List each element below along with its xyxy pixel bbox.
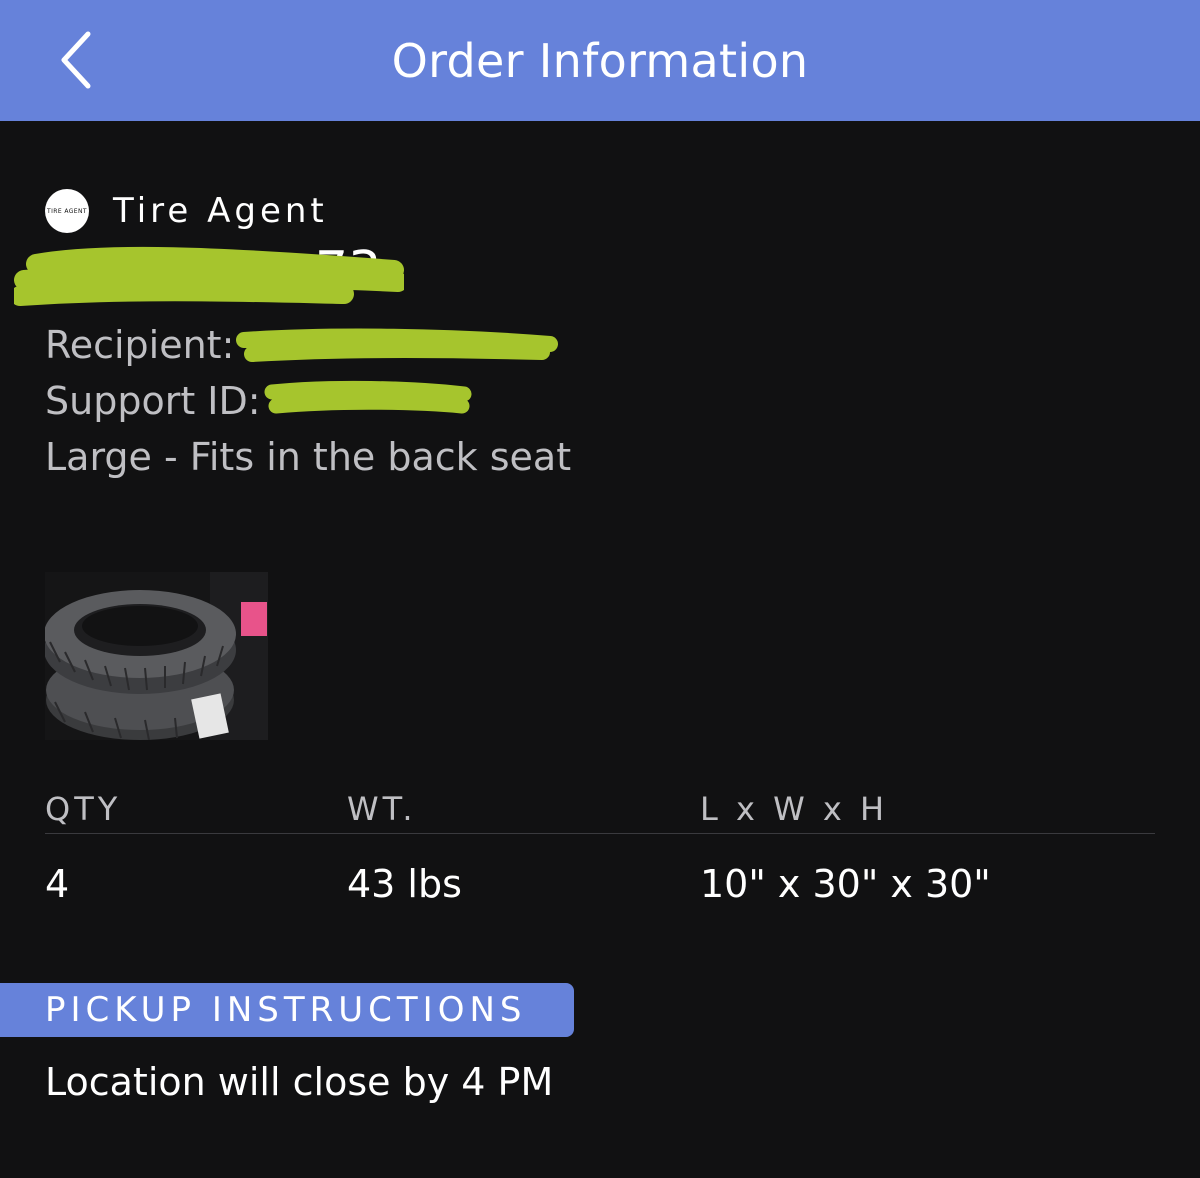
pickup-instructions-heading: PICKUP INSTRUCTIONS (0, 983, 574, 1037)
recipient-label: Recipient: (45, 323, 235, 367)
dimensions-value: 10" x 30" x 30" (700, 862, 991, 906)
weight-value: 43 lbs (347, 862, 462, 906)
redaction-scribble (264, 380, 472, 414)
tires-image (45, 572, 268, 740)
table-divider (45, 833, 1155, 834)
weight-header: WT. (347, 790, 417, 828)
brand-name: Tire Agent (113, 191, 328, 231)
recipient-line: Recipient: (45, 320, 234, 370)
back-button[interactable] (44, 24, 108, 96)
app-header: Order Information (0, 0, 1200, 121)
brand-logo: TIRE AGENT (45, 189, 89, 233)
store-brand: TIRE AGENT Tire Agent (45, 188, 328, 234)
brand-logo-text: TIRE AGENT (47, 207, 87, 215)
support-id-label: Support ID: (45, 379, 261, 423)
pickup-heading-label: PICKUP INSTRUCTIONS (45, 990, 527, 1030)
chevron-left-icon (61, 31, 91, 89)
pickup-instructions-text: Location will close by 4 PM (45, 1060, 554, 1104)
page-title: Order Information (391, 33, 809, 88)
support-id-line: Support ID: (45, 376, 261, 426)
package-size: Large - Fits in the back seat (45, 435, 572, 479)
package-photo[interactable] (45, 572, 268, 740)
qty-value: 4 (45, 862, 70, 906)
qty-header: QTY (45, 790, 122, 828)
dimensions-header: L x W x H (700, 790, 889, 828)
redaction-scribble (14, 246, 404, 306)
redaction-scribble (236, 328, 558, 362)
